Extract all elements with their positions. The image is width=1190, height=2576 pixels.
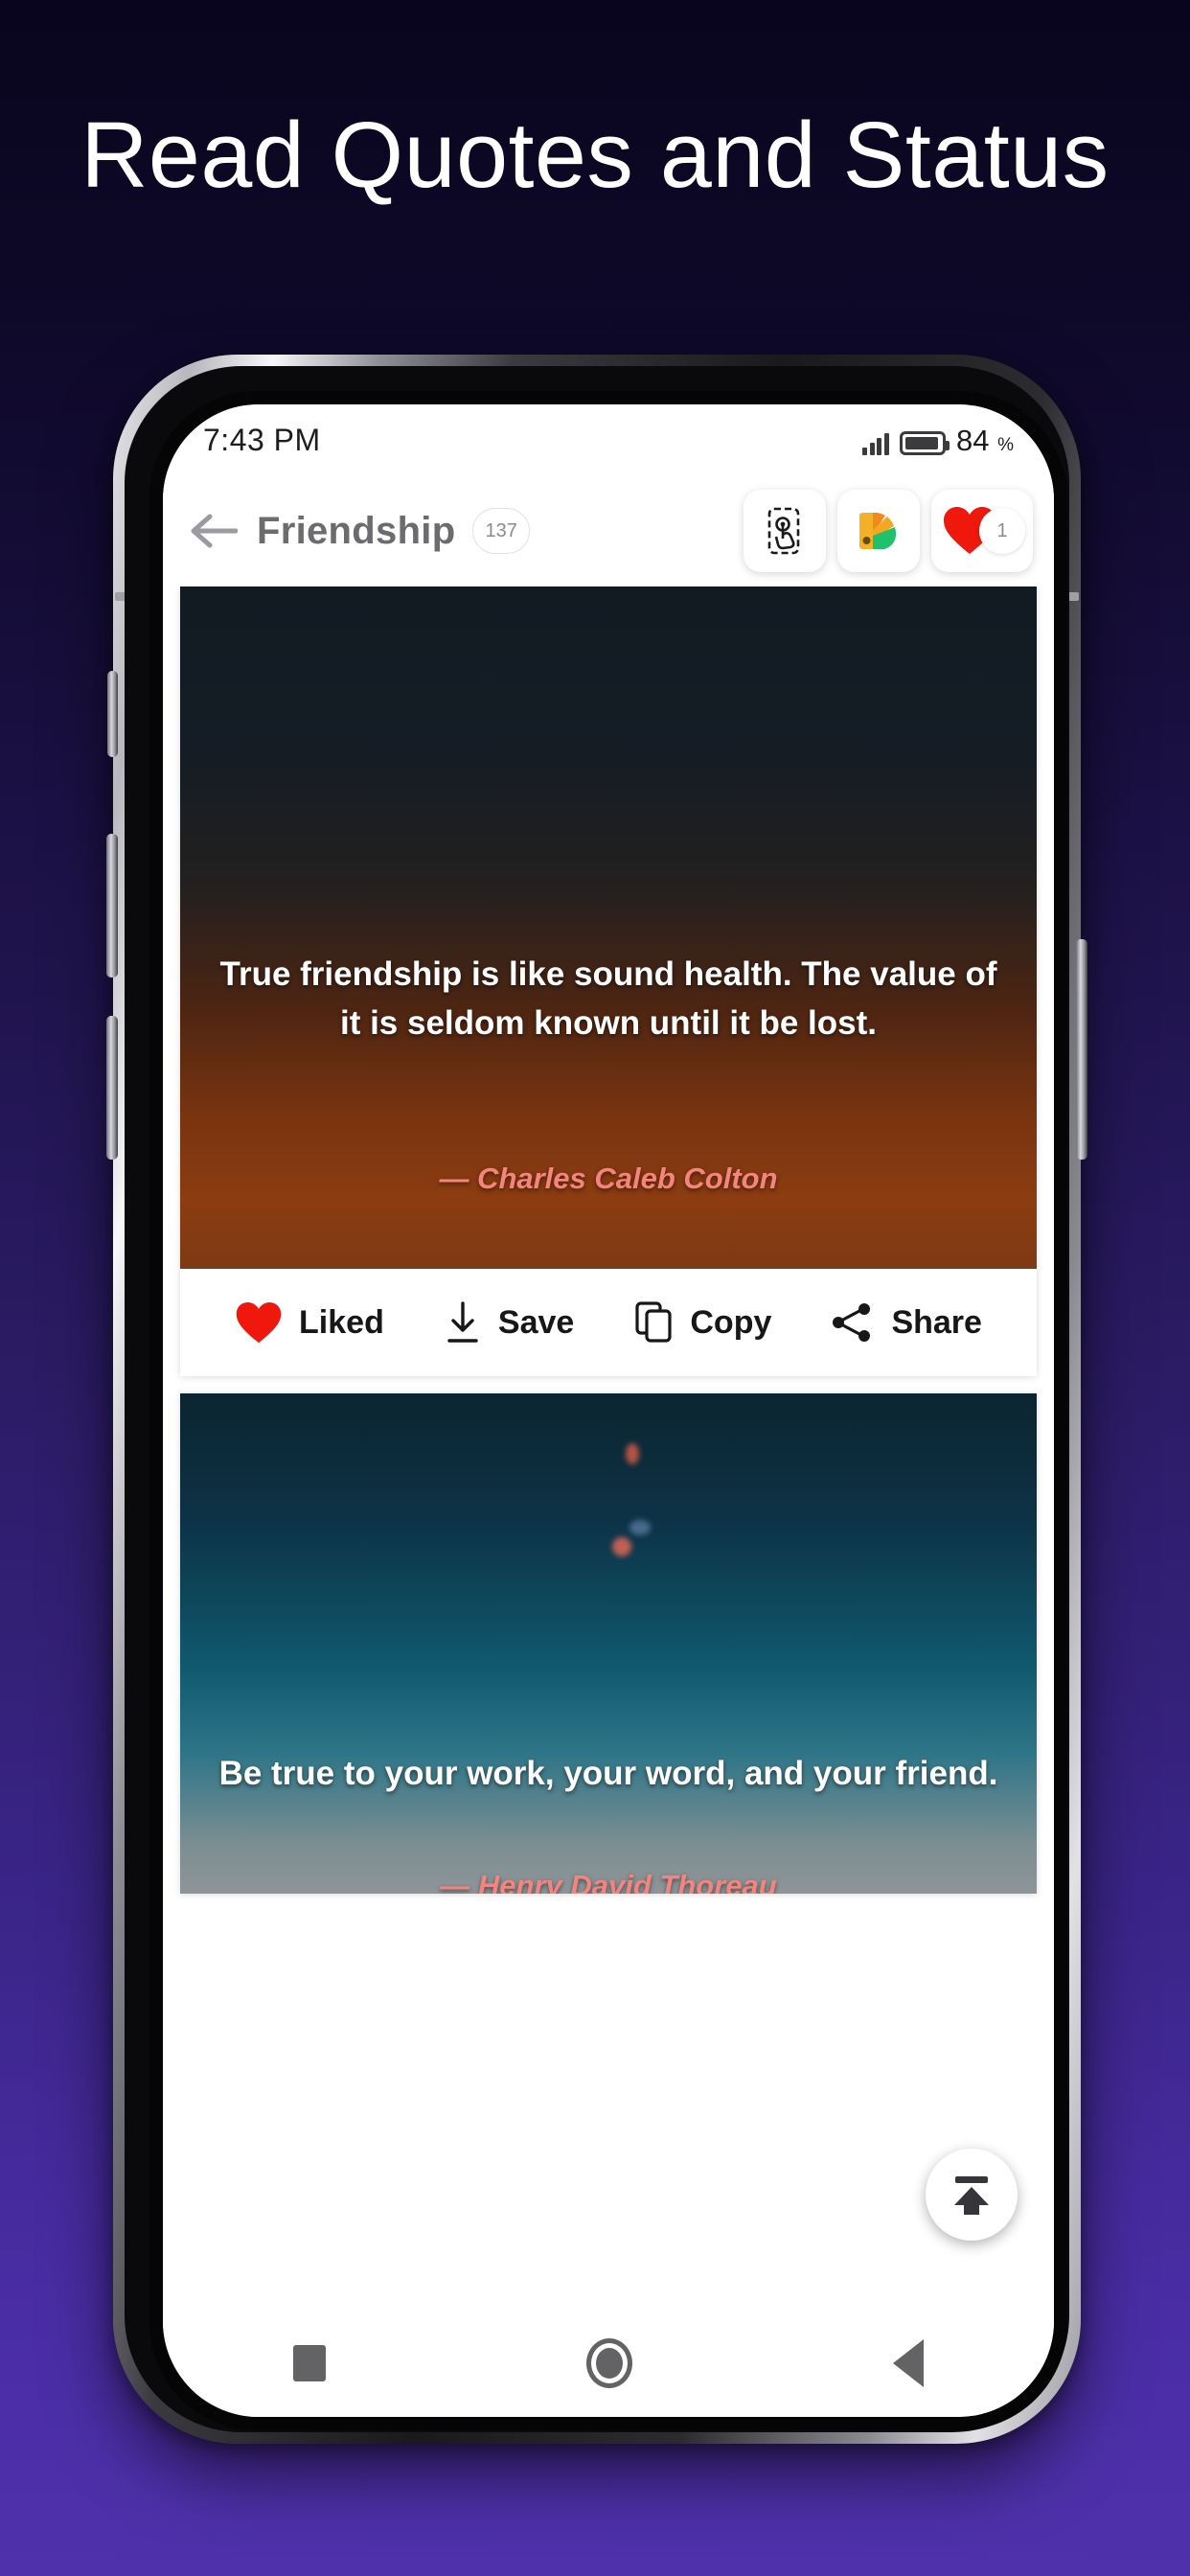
power-button[interactable] bbox=[1076, 939, 1087, 1160]
upload-button[interactable] bbox=[926, 2149, 1018, 2241]
quote-author: — Henry David Thoreau bbox=[440, 1869, 777, 1894]
quote-background-image: True friendship is like sound health. Th… bbox=[180, 586, 1037, 1269]
like-label: Liked bbox=[299, 1303, 384, 1341]
save-label: Save bbox=[497, 1303, 575, 1341]
save-button[interactable]: Save bbox=[444, 1300, 574, 1345]
app-bar-actions: 1 bbox=[744, 490, 1033, 572]
quote-count-badge: 137 bbox=[472, 508, 530, 554]
quote-text: True friendship is like sound health. Th… bbox=[219, 955, 997, 1042]
lantern-light bbox=[612, 1537, 632, 1556]
tap-phone-icon bbox=[767, 507, 800, 555]
heart-filled-icon bbox=[236, 1301, 282, 1343]
copy-label: Copy bbox=[690, 1303, 772, 1341]
recents-square-icon[interactable] bbox=[293, 2345, 326, 2381]
quote-card[interactable]: True friendship is like sound health. Th… bbox=[180, 586, 1037, 1376]
signal-bars-icon bbox=[862, 430, 889, 455]
quote-author: — Charles Caleb Colton bbox=[439, 1162, 778, 1195]
share-button[interactable]: Share bbox=[831, 1301, 982, 1344]
mute-switch[interactable] bbox=[107, 671, 118, 757]
phone-bezel: 7:43 PM 84 % Friendship 137 1 True frien… bbox=[149, 391, 1067, 2430]
set-as-status-button[interactable] bbox=[744, 490, 826, 572]
theme-button[interactable] bbox=[837, 490, 920, 572]
volume-down-button[interactable] bbox=[106, 1016, 118, 1160]
upload-icon bbox=[954, 2176, 989, 2215]
share-label: Share bbox=[891, 1303, 982, 1341]
quote-actions: Liked Save Copy Share bbox=[180, 1269, 1037, 1376]
quote-list[interactable]: True friendship is like sound health. Th… bbox=[163, 586, 1054, 2310]
phone-mockup: 7:43 PM 84 % Friendship 137 1 True frien… bbox=[106, 355, 1087, 2444]
copy-button[interactable]: Copy bbox=[633, 1300, 771, 1345]
quote-card[interactable]: Be true to your work, your word, and you… bbox=[180, 1393, 1037, 1894]
lantern-light bbox=[625, 1443, 639, 1464]
back-triangle-icon[interactable] bbox=[893, 2339, 924, 2387]
page-title: Read Quotes and Status bbox=[80, 103, 1110, 207]
status-time: 7:43 PM bbox=[203, 422, 321, 457]
status-bar: 7:43 PM 84 % bbox=[163, 404, 1054, 475]
battery-percent: 84 % bbox=[955, 423, 1014, 457]
color-palette-icon bbox=[859, 513, 897, 549]
like-button[interactable]: Liked bbox=[235, 1301, 384, 1345]
app-bar-title: Friendship bbox=[257, 509, 456, 552]
home-circle-icon[interactable] bbox=[586, 2338, 632, 2388]
back-arrow-icon[interactable] bbox=[184, 501, 243, 561]
favorites-count-badge: 1 bbox=[979, 508, 1025, 554]
favorites-button[interactable]: 1 bbox=[931, 490, 1033, 572]
android-nav-bar bbox=[163, 2310, 1054, 2417]
share-icon bbox=[833, 1303, 871, 1342]
app-bar: Friendship 137 1 bbox=[163, 475, 1054, 586]
quote-text: Be true to your work, your word, and you… bbox=[218, 1755, 998, 1792]
battery-icon bbox=[899, 430, 950, 455]
volume-up-button[interactable] bbox=[106, 834, 118, 978]
copy-icon bbox=[635, 1301, 672, 1343]
download-icon bbox=[447, 1301, 478, 1343]
quote-background-image: Be true to your work, your word, and you… bbox=[180, 1393, 1037, 1894]
lantern-light bbox=[629, 1520, 652, 1535]
phone-screen: 7:43 PM 84 % Friendship 137 1 True frien… bbox=[163, 404, 1054, 2417]
phone-inner-frame: 7:43 PM 84 % Friendship 137 1 True frien… bbox=[125, 366, 1069, 2432]
